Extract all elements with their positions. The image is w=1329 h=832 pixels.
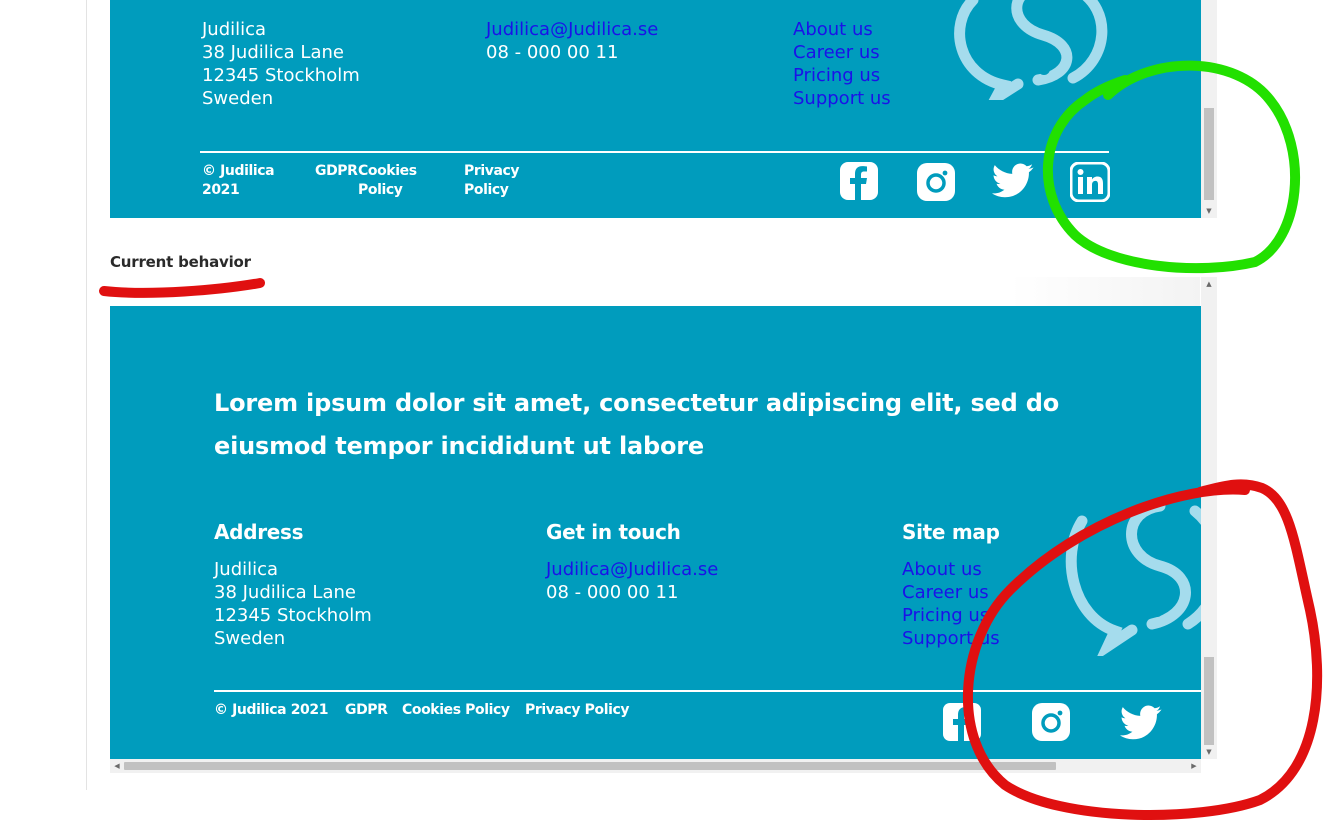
scroll-down-arrow[interactable]: ▼ [1201, 204, 1217, 218]
frame-top-fade [1010, 277, 1200, 306]
horizontal-scrollbar[interactable]: ◀ ▶ [110, 759, 1201, 773]
address-line: 12345 Stockholm [202, 65, 360, 86]
gdpr-link[interactable]: GDPR [345, 701, 388, 720]
linkedin-icon[interactable] [1070, 162, 1110, 202]
address-line: 38 Judilica Lane [214, 582, 356, 603]
phone-number: 08 - 000 00 11 [486, 42, 619, 63]
email-link[interactable]: Judilica@Judilica.se [486, 18, 658, 41]
phone-number: 08 - 000 00 11 [546, 582, 679, 603]
facebook-icon[interactable] [839, 161, 879, 201]
address-heading: Address [214, 520, 304, 544]
footer-headline-line2: eiusmod tempor incididunt ut labore [214, 432, 704, 460]
scroll-down-arrow[interactable]: ▼ [1201, 745, 1217, 759]
contact-heading: Get in touch [546, 520, 681, 544]
scroll-up-arrow[interactable]: ▲ [1201, 277, 1217, 291]
sitemap-link-about[interactable]: About us [793, 18, 873, 41]
current-behavior-caption: Current behavior [110, 253, 251, 271]
page-left-border [86, 0, 87, 790]
paragraph-logo-watermark [1065, 500, 1201, 656]
scroll-left-arrow[interactable]: ◀ [110, 759, 124, 773]
copyright-line1: © Judilica [202, 163, 275, 179]
sitemap-link-pricing[interactable]: Pricing us [902, 604, 989, 627]
sitemap-heading: Site map [902, 520, 1000, 544]
address-line: Sweden [214, 628, 286, 649]
twitter-icon[interactable] [1120, 705, 1162, 741]
email-link[interactable]: Judilica@Judilica.se [546, 558, 718, 581]
sitemap-link-pricing[interactable]: Pricing us [793, 64, 880, 87]
address-line: 12345 Stockholm [214, 605, 372, 626]
instagram-icon[interactable] [1031, 702, 1071, 742]
horizontal-scrollbar-thumb[interactable] [124, 762, 1056, 770]
sitemap-link-about[interactable]: About us [902, 558, 982, 581]
privacy-policy-link[interactable]: Privacy Policy [525, 701, 630, 720]
facebook-icon[interactable] [942, 702, 982, 742]
privacy-policy-link-line2[interactable]: Policy [464, 181, 509, 200]
scroll-right-arrow[interactable]: ▶ [1187, 759, 1201, 773]
cookies-policy-link-line2[interactable]: Policy [358, 181, 403, 200]
footer-divider [200, 151, 1109, 153]
address-line: Sweden [202, 88, 274, 109]
instagram-icon[interactable] [916, 162, 956, 202]
vertical-scrollbar[interactable]: ▼ [1201, 0, 1217, 218]
gdpr-link[interactable]: GDPR [315, 162, 358, 181]
sitemap-link-career[interactable]: Career us [793, 41, 880, 64]
twitter-icon[interactable] [992, 163, 1034, 199]
footer-headline-line1: Lorem ipsum dolor sit amet, consectetur … [214, 389, 1060, 417]
sitemap-link-support[interactable]: Support us [793, 87, 891, 110]
cookies-policy-link-line1[interactable]: Cookies [358, 162, 417, 181]
paragraph-logo-watermark [954, 0, 1108, 100]
current-footer-preview: Lorem ipsum dolor sit amet, consectetur … [110, 277, 1217, 773]
sitemap-link-support[interactable]: Support us [902, 627, 1000, 650]
scrollbar-thumb[interactable] [1204, 657, 1214, 745]
privacy-policy-link-line1[interactable]: Privacy [464, 162, 520, 181]
cookies-policy-link[interactable]: Cookies Policy [402, 701, 510, 720]
scrollbar-thumb[interactable] [1204, 108, 1214, 200]
address-line: Judilica [202, 19, 267, 40]
address-line: 38 Judilica Lane [202, 42, 344, 63]
footer-divider [214, 690, 1201, 692]
copyright-line2: 2021 [202, 182, 240, 198]
vertical-scrollbar[interactable]: ▲ ▼ [1201, 277, 1217, 759]
expected-footer-preview: Judilica 38 Judilica Lane 12345 Stockhol… [110, 0, 1217, 218]
current-footer-content: Lorem ipsum dolor sit amet, consectetur … [110, 306, 1201, 773]
address-line: Judilica [214, 559, 279, 580]
copyright-text: © Judilica 2021 [214, 702, 329, 718]
sitemap-link-career[interactable]: Career us [902, 581, 989, 604]
